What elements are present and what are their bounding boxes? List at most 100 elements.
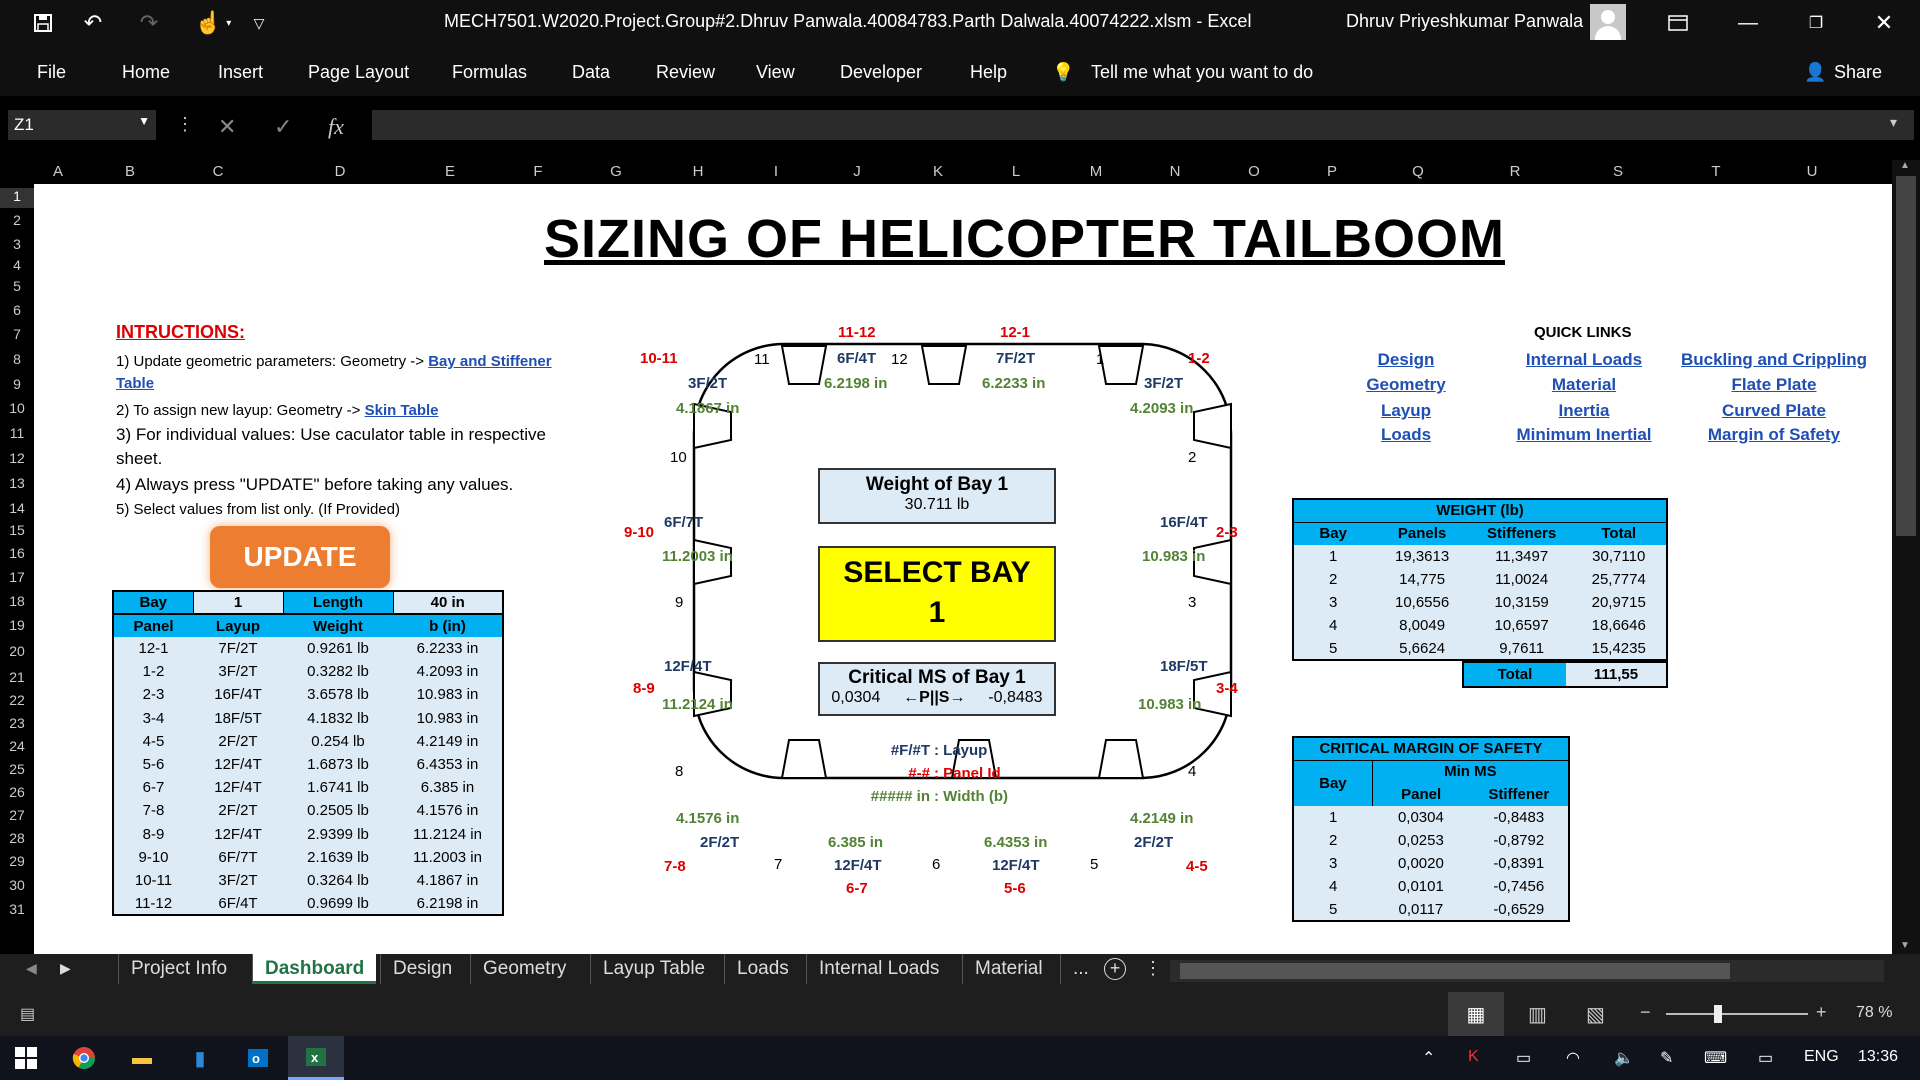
row-header[interactable]: 15 <box>0 522 34 538</box>
column-header[interactable]: R <box>1505 163 1525 180</box>
row-header[interactable]: 7 <box>0 326 34 342</box>
table-cell[interactable]: 4-5 <box>113 730 193 753</box>
column-header[interactable]: M <box>1086 163 1106 180</box>
quick-link-flate-plate[interactable]: Flate Plate <box>1674 375 1874 395</box>
table-cell[interactable]: 1 <box>1293 806 1372 829</box>
table-cell[interactable]: 19,3613 <box>1372 545 1471 568</box>
vertical-scrollbar[interactable]: ▲ ▼ <box>1892 160 1920 954</box>
expand-formula-icon[interactable]: ▾ <box>1890 114 1897 131</box>
table-cell[interactable]: 2F/2T <box>193 730 283 753</box>
chrome-icon[interactable] <box>68 1042 100 1074</box>
tab-insert[interactable]: Insert <box>218 62 263 83</box>
zoom-slider[interactable] <box>1666 1013 1808 1015</box>
table-cell[interactable]: 10,6597 <box>1472 614 1572 637</box>
normal-view-icon[interactable]: ▦ <box>1448 992 1504 1036</box>
table-cell[interactable]: 11.2124 in <box>393 823 503 846</box>
macro-record-icon[interactable]: ▤ <box>20 1004 35 1024</box>
pen-icon[interactable]: ✎ <box>1660 1048 1673 1068</box>
clock[interactable]: 13:36 <box>1858 1048 1898 1066</box>
table-cell[interactable]: 1 <box>1293 545 1372 568</box>
enter-icon[interactable]: ✓ <box>274 114 292 140</box>
skin-table-link[interactable]: Skin Table <box>365 402 439 419</box>
close-icon[interactable]: ✕ <box>1856 0 1912 46</box>
table-cell[interactable]: 0,0020 <box>1372 852 1469 875</box>
table-cell[interactable]: 5,6624 <box>1372 637 1471 660</box>
share-button[interactable]: Share <box>1834 62 1882 83</box>
tab-data[interactable]: Data <box>572 62 610 83</box>
column-header[interactable]: L <box>1006 163 1026 180</box>
table-cell[interactable]: 18F/5T <box>193 707 283 730</box>
length-value[interactable]: 40 in <box>393 591 503 614</box>
table-cell[interactable]: 10,6556 <box>1372 591 1471 614</box>
quick-link-buckling-crippling[interactable]: Buckling and Crippling <box>1674 350 1874 370</box>
file-explorer-icon[interactable]: ▬ <box>126 1042 158 1074</box>
table-cell[interactable]: 4.1867 in <box>393 869 503 892</box>
table-cell[interactable]: -0,8483 <box>1470 806 1569 829</box>
undo-icon[interactable]: ↶ <box>76 8 110 38</box>
quick-link-material[interactable]: Material <box>1484 375 1684 395</box>
table-cell[interactable]: 5 <box>1293 898 1372 921</box>
column-header[interactable]: O <box>1244 163 1264 180</box>
app-icon[interactable]: ▮ <box>184 1042 216 1074</box>
table-cell[interactable]: 30,7110 <box>1571 545 1667 568</box>
sheet-tab-design[interactable]: Design <box>380 954 464 984</box>
row-header[interactable]: 12 <box>0 450 34 466</box>
zoom-slider-thumb[interactable] <box>1714 1005 1722 1023</box>
column-header[interactable]: A <box>48 163 68 180</box>
next-sheet-icon[interactable]: ▶ <box>60 960 71 977</box>
row-header[interactable]: 21 <box>0 669 34 685</box>
quick-link-curved-plate[interactable]: Curved Plate <box>1674 401 1874 421</box>
select-bay-value[interactable]: 1 <box>820 596 1054 630</box>
tab-review[interactable]: Review <box>656 62 715 83</box>
show-hidden-icons[interactable]: ⌃ <box>1422 1048 1435 1068</box>
table-cell[interactable]: 10-11 <box>113 869 193 892</box>
table-cell[interactable]: 0.9261 lb <box>283 637 393 660</box>
table-cell[interactable]: 9-10 <box>113 846 193 869</box>
touch-mode-icon[interactable]: ☝ ▾ <box>190 8 236 38</box>
row-header[interactable]: 4 <box>0 257 34 273</box>
table-cell[interactable]: 0.3264 lb <box>283 869 393 892</box>
customize-toolbar-icon[interactable]: ▽ <box>242 8 276 38</box>
quick-link-inertia[interactable]: Inertia <box>1484 401 1684 421</box>
table-cell[interactable]: 12F/4T <box>193 776 283 799</box>
row-header[interactable]: 13 <box>0 475 34 491</box>
table-cell[interactable]: 2.1639 lb <box>283 846 393 869</box>
insert-function-icon[interactable]: fx <box>328 114 344 140</box>
row-header[interactable]: 5 <box>0 278 34 294</box>
table-cell[interactable]: 18,6646 <box>1571 614 1667 637</box>
excel-taskbar-item[interactable]: x <box>288 1036 344 1080</box>
table-cell[interactable]: 0.2505 lb <box>283 799 393 822</box>
table-cell[interactable]: 2.9399 lb <box>283 823 393 846</box>
table-cell[interactable]: 12F/4T <box>193 753 283 776</box>
table-cell[interactable]: 15,4235 <box>1571 637 1667 660</box>
wifi-icon[interactable]: ◠ <box>1566 1048 1580 1068</box>
column-header[interactable]: Q <box>1408 163 1428 180</box>
column-header[interactable]: U <box>1802 163 1822 180</box>
table-cell[interactable]: 11,3497 <box>1472 545 1572 568</box>
row-header[interactable]: 29 <box>0 853 34 869</box>
row-header[interactable]: 1 <box>0 188 34 208</box>
name-box[interactable]: Z1 ▼ <box>8 110 156 140</box>
table-cell[interactable]: 7-8 <box>113 799 193 822</box>
table-cell[interactable]: 6.2233 in <box>393 637 503 660</box>
row-header[interactable]: 30 <box>0 877 34 893</box>
row-header[interactable]: 31 <box>0 901 34 917</box>
column-header[interactable]: E <box>440 163 460 180</box>
table-cell[interactable]: 3 <box>1293 852 1372 875</box>
formula-input[interactable] <box>372 110 1914 140</box>
page-break-view-icon[interactable]: ▧ <box>1586 1002 1605 1027</box>
table-cell[interactable]: 1.6873 lb <box>283 753 393 776</box>
bay-select-cell[interactable]: 1 <box>193 591 284 614</box>
table-cell[interactable]: 3 <box>1293 591 1372 614</box>
quick-link-minimum-inertial[interactable]: Minimum Inertial <box>1484 425 1684 445</box>
zoom-in-icon[interactable]: + <box>1816 1002 1827 1023</box>
table-cell[interactable]: 6.385 in <box>393 776 503 799</box>
antivirus-icon[interactable]: K <box>1468 1048 1479 1066</box>
keyboard-icon[interactable]: ⌨ <box>1704 1048 1727 1068</box>
row-header[interactable]: 25 <box>0 761 34 777</box>
restore-icon[interactable]: ❐ <box>1788 0 1844 46</box>
column-header[interactable]: F <box>528 163 548 180</box>
select-bay-box[interactable]: SELECT BAY 1 <box>818 546 1056 642</box>
table-cell[interactable]: 3F/2T <box>193 660 283 683</box>
scroll-down-icon[interactable]: ▼ <box>1900 940 1910 951</box>
